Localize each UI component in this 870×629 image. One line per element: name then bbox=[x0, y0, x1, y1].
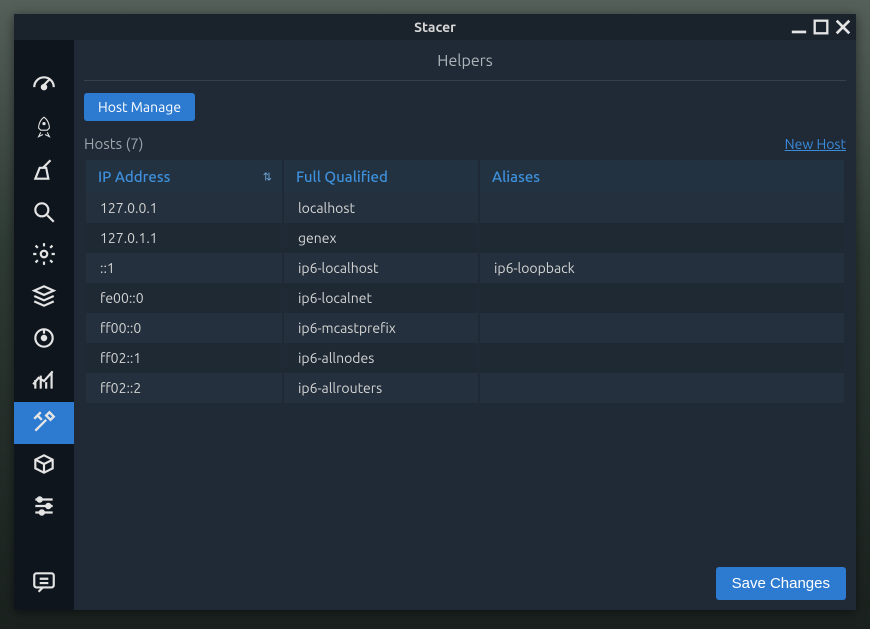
sidebar-item-helpers[interactable] bbox=[14, 402, 74, 444]
table-row[interactable]: ::1ip6-localhostip6-loopback bbox=[86, 253, 844, 283]
cell-ip: 127.0.0.1 bbox=[86, 193, 282, 223]
feedback-icon bbox=[31, 569, 57, 598]
window-title: Stacer bbox=[14, 19, 856, 35]
sidebar-item-settings[interactable] bbox=[14, 486, 74, 528]
column-header-al-label: Aliases bbox=[492, 168, 540, 185]
cell-fq: ip6-localnet bbox=[284, 283, 478, 313]
search-icon bbox=[31, 199, 57, 228]
chart-icon bbox=[31, 367, 57, 396]
package-icon bbox=[31, 451, 57, 480]
gauge-icon bbox=[31, 73, 57, 102]
hosts-count-label: Hosts (7) bbox=[84, 135, 144, 152]
sidebar-item-services[interactable] bbox=[14, 234, 74, 276]
footer-bar: Save Changes bbox=[84, 557, 846, 600]
sidebar-item-processes[interactable] bbox=[14, 276, 74, 318]
cell-al: ip6-loopback bbox=[480, 253, 844, 283]
column-header-aliases[interactable]: Aliases bbox=[480, 160, 844, 193]
sidebar-item-apt-repos[interactable] bbox=[14, 444, 74, 486]
rocket-icon bbox=[31, 115, 57, 144]
sidebar-item-startup[interactable] bbox=[14, 108, 74, 150]
cell-fq: ip6-mcastprefix bbox=[284, 313, 478, 343]
minimize-button[interactable] bbox=[790, 18, 808, 36]
cell-al bbox=[480, 193, 844, 223]
cell-fq: ip6-allrouters bbox=[284, 373, 478, 403]
sub-tabs: Host Manage bbox=[84, 93, 846, 121]
cell-al bbox=[480, 343, 844, 373]
cell-fq: ip6-allnodes bbox=[284, 343, 478, 373]
table-row[interactable]: ff00::0ip6-mcastprefix bbox=[86, 313, 844, 343]
column-header-ip[interactable]: IP Address ⇅ bbox=[86, 160, 282, 193]
column-header-fq-label: Full Qualified bbox=[296, 168, 388, 185]
sidebar-item-search[interactable] bbox=[14, 192, 74, 234]
new-host-link[interactable]: New Host bbox=[785, 136, 846, 152]
table-row[interactable]: ff02::1ip6-allnodes bbox=[86, 343, 844, 373]
cell-fq: ip6-localhost bbox=[284, 253, 478, 283]
hosts-table: IP Address ⇅ Full Qualified Aliases 127.… bbox=[84, 160, 846, 403]
cell-ip: fe00::0 bbox=[86, 283, 282, 313]
column-header-ip-label: IP Address bbox=[98, 168, 170, 185]
cell-al bbox=[480, 313, 844, 343]
gear-icon bbox=[31, 241, 57, 270]
table-row[interactable]: ff02::2ip6-allrouters bbox=[86, 373, 844, 403]
cell-ip: ff02::2 bbox=[86, 373, 282, 403]
disk-icon bbox=[31, 325, 57, 354]
sidebar-item-dashboard[interactable] bbox=[14, 66, 74, 108]
page-title: Helpers bbox=[84, 40, 846, 81]
sidebar bbox=[14, 40, 74, 610]
cell-ip: ff00::0 bbox=[86, 313, 282, 343]
sidebar-item-cleaner[interactable] bbox=[14, 150, 74, 192]
sidebar-item-feedback[interactable] bbox=[14, 562, 74, 604]
tools-icon bbox=[31, 409, 57, 438]
stack-icon bbox=[31, 283, 57, 312]
sidebar-item-resources[interactable] bbox=[14, 360, 74, 402]
hosts-header-row: Hosts (7) New Host bbox=[84, 135, 846, 152]
content-area: Helpers Host Manage Hosts (7) New Host I… bbox=[74, 40, 856, 610]
titlebar: Stacer bbox=[14, 14, 856, 40]
cell-fq: localhost bbox=[284, 193, 478, 223]
sort-indicator-icon: ⇅ bbox=[263, 170, 272, 183]
cell-ip: ff02::1 bbox=[86, 343, 282, 373]
sliders-icon bbox=[31, 493, 57, 522]
cell-ip: 127.0.1.1 bbox=[86, 223, 282, 253]
tab-host-manage[interactable]: Host Manage bbox=[84, 93, 195, 121]
window-body: Helpers Host Manage Hosts (7) New Host I… bbox=[14, 40, 856, 610]
window-controls bbox=[790, 14, 852, 40]
table-row[interactable]: fe00::0ip6-localnet bbox=[86, 283, 844, 313]
cell-al bbox=[480, 373, 844, 403]
cell-fq: genex bbox=[284, 223, 478, 253]
cell-ip: ::1 bbox=[86, 253, 282, 283]
close-button[interactable] bbox=[834, 18, 852, 36]
cell-al bbox=[480, 283, 844, 313]
cell-al bbox=[480, 223, 844, 253]
save-changes-button[interactable]: Save Changes bbox=[716, 567, 846, 600]
table-row[interactable]: 127.0.0.1localhost bbox=[86, 193, 844, 223]
sidebar-item-uninstaller[interactable] bbox=[14, 318, 74, 360]
broom-icon bbox=[31, 157, 57, 186]
column-header-full-qualified[interactable]: Full Qualified bbox=[284, 160, 478, 193]
app-window: Stacer bbox=[14, 14, 856, 610]
maximize-button[interactable] bbox=[812, 18, 830, 36]
table-row[interactable]: 127.0.1.1genex bbox=[86, 223, 844, 253]
